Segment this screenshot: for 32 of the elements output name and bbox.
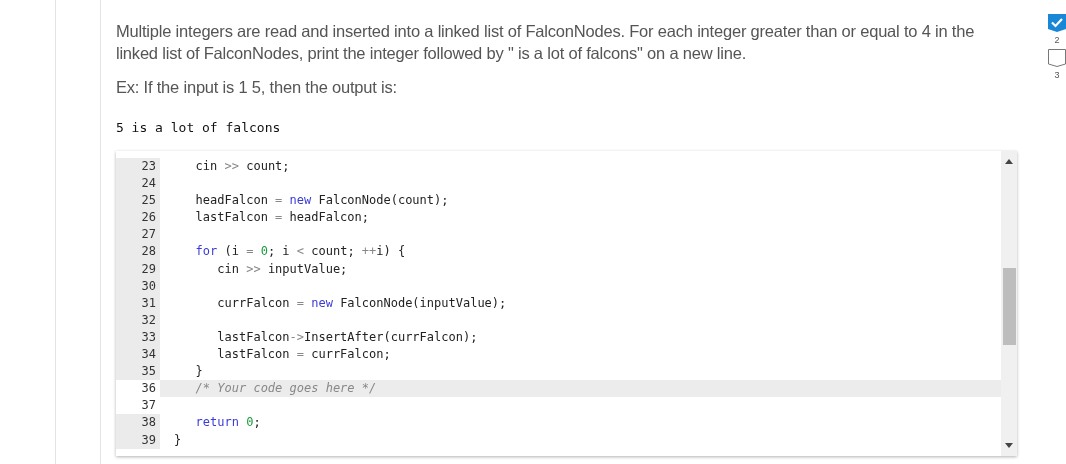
line-number: 25 bbox=[115, 192, 160, 210]
line-number: 26 bbox=[115, 209, 160, 227]
code-line: /* Your code goes here */ bbox=[194, 381, 377, 396]
scrollbar[interactable] bbox=[1000, 151, 1017, 456]
checked-step-icon[interactable] bbox=[1048, 14, 1066, 32]
code-line: } bbox=[173, 432, 182, 447]
scrollbar-thumb[interactable] bbox=[1002, 268, 1016, 345]
line-number: 27 bbox=[115, 226, 160, 244]
line-number: 34 bbox=[115, 346, 160, 364]
line-number: 24 bbox=[115, 175, 160, 193]
code-line: lastFalcon->InsertAfter(currFalcon); bbox=[216, 329, 478, 344]
code-line: lastFalcon = headFalcon; bbox=[194, 210, 370, 225]
step-number: 3 bbox=[1054, 70, 1060, 80]
scroll-down-icon[interactable] bbox=[1004, 443, 1013, 448]
code-line: currFalcon = new FalconNode(inputValue); bbox=[216, 295, 507, 310]
code-line: headFalcon = new FalconNode(count); bbox=[194, 193, 449, 208]
line-number: 38 bbox=[115, 414, 160, 432]
code-line: for (i = 0; i < count; ++i) { bbox=[194, 244, 406, 259]
instructions-text: Multiple integers are read and inserted into a linked list of FalconNodes. For each integer greater than or equal to 4 in the linked list of FalconNodes, print the integer followed by " is a lot of falcons" on a new line. bbox=[115, 21, 976, 64]
code-line: cin >> inputValue; bbox=[216, 261, 348, 276]
line-number: 35 bbox=[115, 363, 160, 381]
code-line: } bbox=[194, 364, 203, 379]
line-number: 28 bbox=[115, 243, 160, 261]
step-number: 2 bbox=[1054, 35, 1060, 45]
scroll-up-icon[interactable] bbox=[1004, 159, 1013, 164]
code-line: cin >> count; bbox=[194, 159, 290, 173]
example-output: 5 is a lot of falcons bbox=[115, 120, 282, 135]
empty-step-icon[interactable] bbox=[1048, 49, 1066, 67]
line-number: 23 bbox=[115, 158, 160, 176]
code-line: lastFalcon = currFalcon; bbox=[216, 347, 391, 362]
code-line: return 0; bbox=[194, 415, 261, 430]
example-intro: Ex: If the input is 1 5, then the output is: bbox=[115, 77, 398, 98]
